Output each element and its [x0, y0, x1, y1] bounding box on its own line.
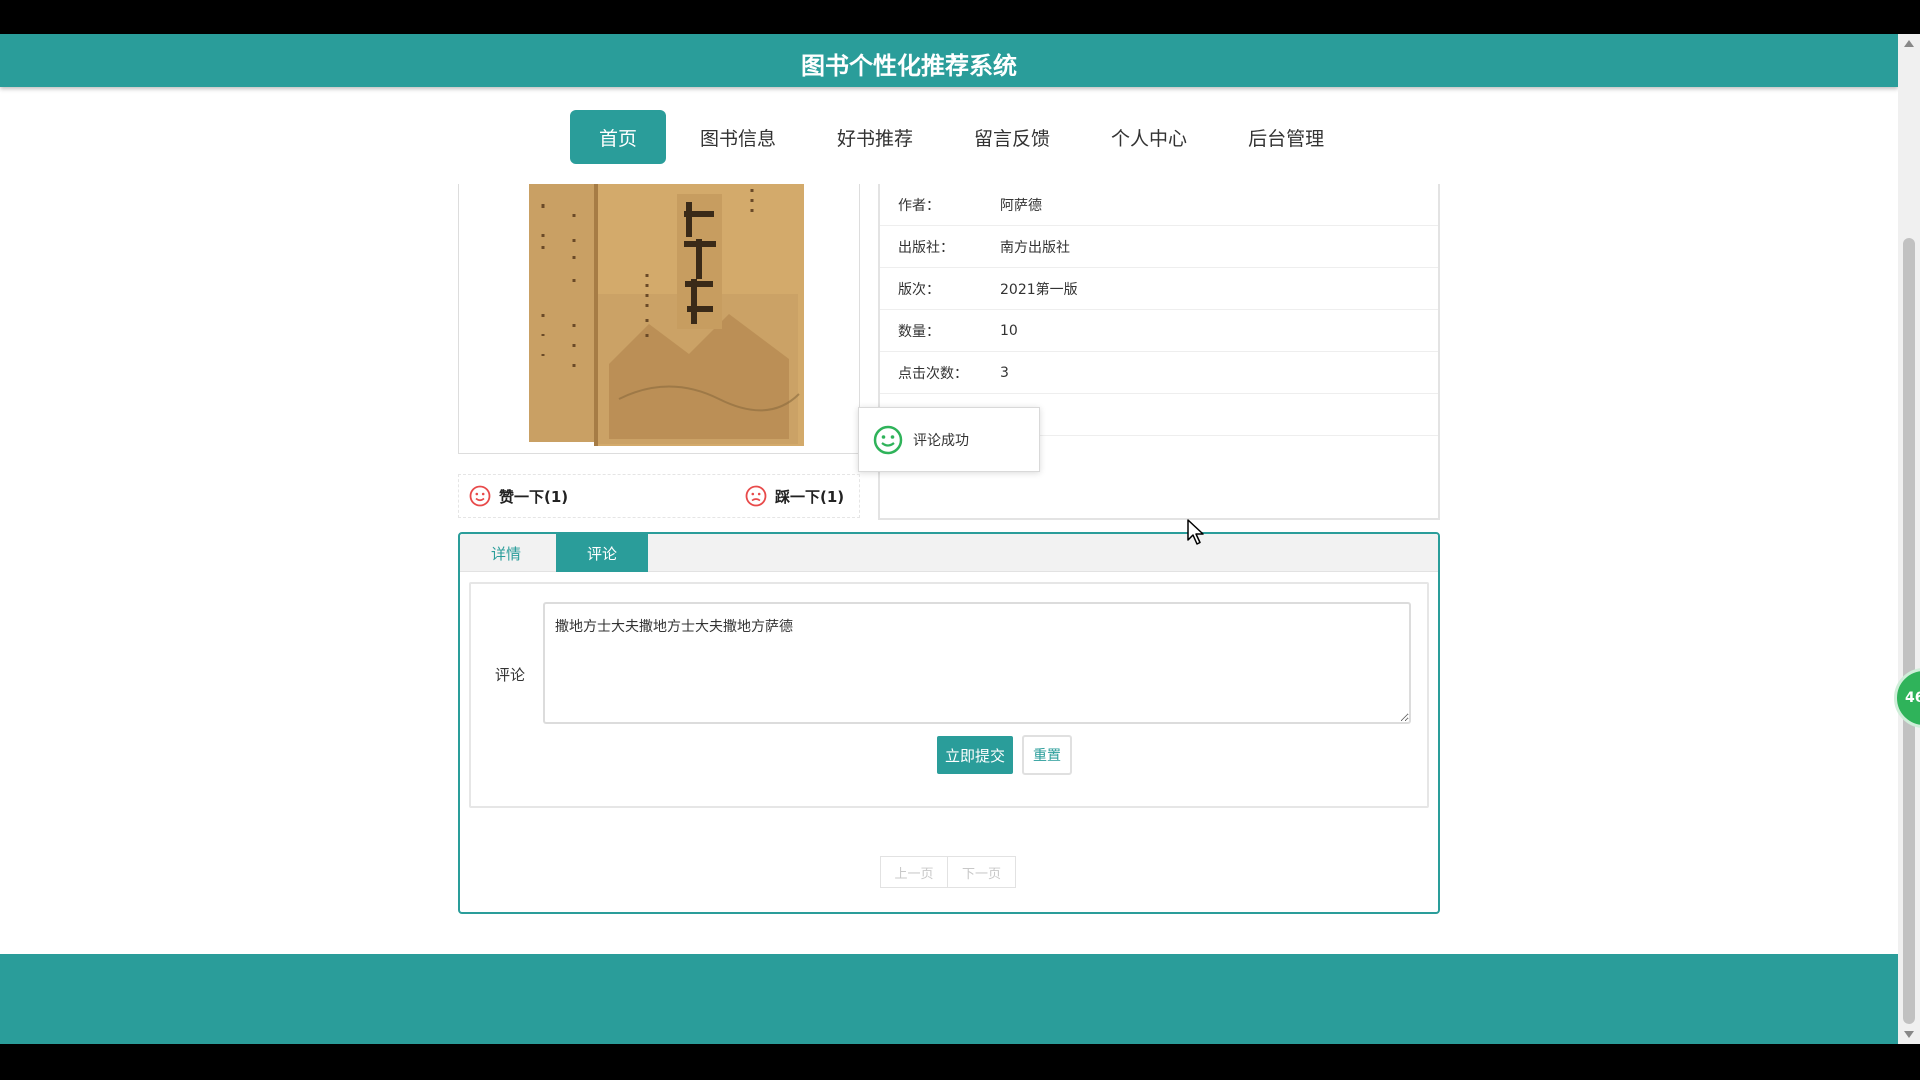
info-value: 南方出版社 [1000, 239, 1070, 256]
info-label: 作者： [898, 197, 940, 214]
nav-item-book-info[interactable]: 图书信息 [671, 110, 805, 164]
submit-button[interactable]: 立即提交 [937, 736, 1013, 774]
tab-detail[interactable]: 详情 [460, 534, 552, 572]
nav-item-recommend[interactable]: 好书推荐 [808, 110, 942, 164]
success-toast: 评论成功 [858, 407, 1040, 472]
info-label: 出版社： [898, 239, 954, 256]
toast-message: 评论成功 [913, 432, 969, 449]
detail-comment-panel: 详情 评论 评论 立即提交 重置 上一页 下一页 [458, 532, 1440, 914]
book-cover-box [458, 184, 860, 454]
info-row-edition: 版次： 2021第一版 [880, 268, 1438, 310]
main-nav: 首页 图书信息 好书推荐 留言反馈 个人中心 后台管理 [570, 110, 1356, 164]
vote-row: 赞一下(1) 踩一下(1) [458, 474, 860, 518]
mouse-cursor-icon [1187, 519, 1204, 545]
info-value: 10 [1000, 322, 1018, 339]
top-header-bar: 图书个性化推荐系统 [0, 34, 1898, 87]
vertical-scrollbar[interactable] [1898, 34, 1920, 1044]
pagination: 上一页 下一页 [880, 856, 1016, 888]
dislike-label: 踩一下(1) [775, 487, 845, 506]
tab-comment[interactable]: 评论 [556, 534, 648, 572]
like-label: 赞一下(1) [499, 487, 569, 506]
reset-button[interactable]: 重置 [1022, 735, 1072, 775]
info-value: 3 [1000, 364, 1009, 381]
dislike-button[interactable]: 踩一下(1) [745, 485, 844, 507]
smile-icon [873, 425, 903, 454]
info-row-clicks: 点击次数： 3 [880, 352, 1438, 394]
site-title: 图书个性化推荐系统 [801, 52, 1017, 80]
info-label: 点击次数： [898, 365, 968, 382]
scroll-down-arrow-icon[interactable] [1904, 1031, 1914, 1038]
info-row-quantity: 数量： 10 [880, 310, 1438, 352]
info-label: 版次： [898, 281, 940, 298]
info-label: 数量： [898, 323, 940, 340]
next-page-button[interactable]: 下一页 [948, 856, 1016, 888]
footer [0, 954, 1898, 1044]
info-value: 阿萨德 [1000, 197, 1042, 214]
page: 图书个性化推荐系统 首页 图书信息 好书推荐 留言反馈 个人中心 后台管理 作者… [0, 34, 1898, 1044]
nav-item-feedback[interactable]: 留言反馈 [945, 110, 1079, 164]
nav-item-personal-center[interactable]: 个人中心 [1082, 110, 1216, 164]
scroll-up-arrow-icon[interactable] [1904, 40, 1914, 47]
comment-form: 评论 立即提交 重置 [469, 582, 1429, 808]
nav-item-home[interactable]: 首页 [570, 110, 666, 164]
nav-item-admin[interactable]: 后台管理 [1219, 110, 1353, 164]
comment-textarea[interactable] [543, 602, 1411, 724]
scroll-thumb[interactable] [1903, 238, 1915, 1024]
dislike-face-icon [745, 485, 767, 507]
info-row-publisher: 出版社： 南方出版社 [880, 226, 1438, 268]
prev-page-button[interactable]: 上一页 [880, 856, 948, 888]
like-face-icon [469, 485, 491, 507]
comment-label: 评论 [495, 666, 526, 684]
info-row-author: 作者： 阿萨德 [880, 184, 1438, 226]
tab-bar: 详情 评论 [460, 534, 1438, 572]
info-value: 2021第一版 [1000, 281, 1078, 298]
book-cover-image [499, 184, 819, 449]
screen: 图书个性化推荐系统 首页 图书信息 好书推荐 留言反馈 个人中心 后台管理 作者… [0, 0, 1920, 1080]
like-button[interactable]: 赞一下(1) [469, 485, 568, 507]
